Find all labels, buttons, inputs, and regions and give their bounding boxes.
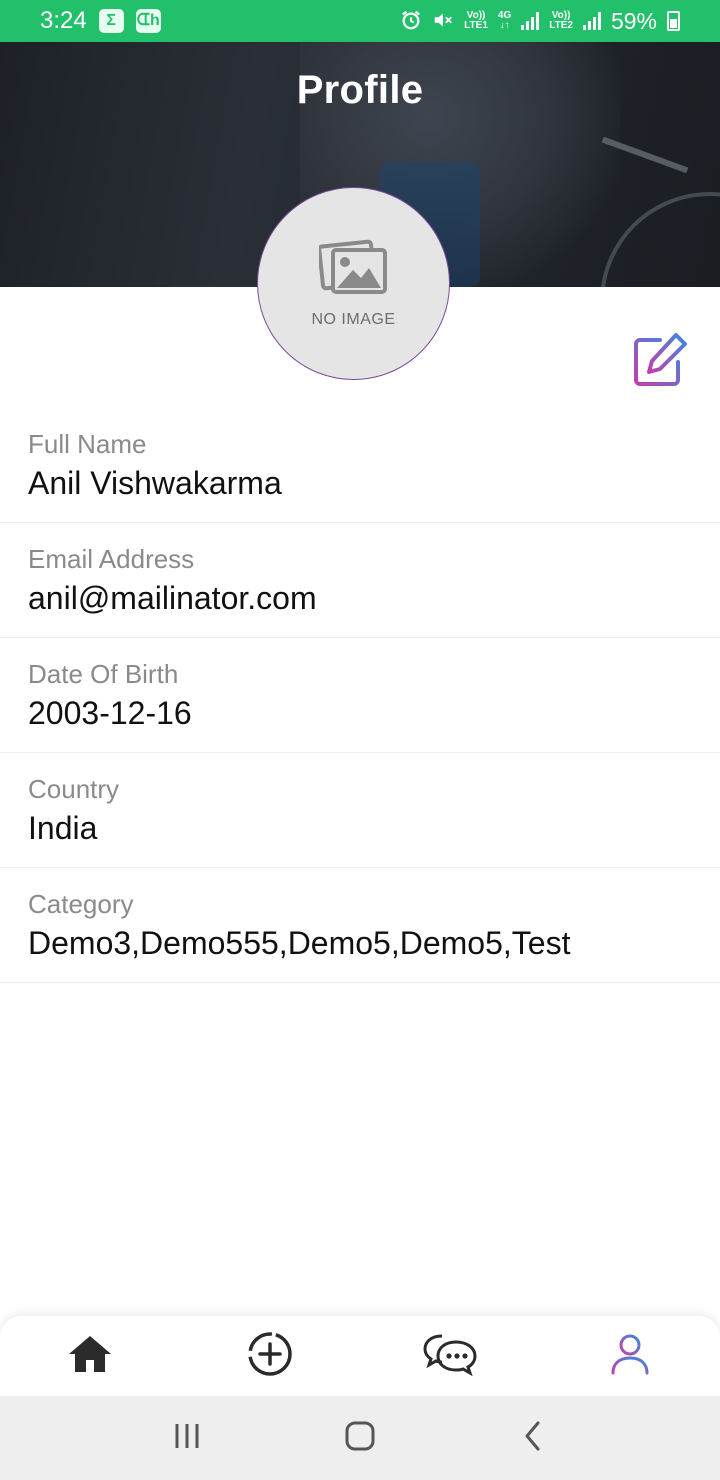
battery-icon xyxy=(667,11,680,31)
field-country: Country India xyxy=(0,753,720,868)
chat-icon xyxy=(422,1332,478,1381)
profile-icon xyxy=(608,1332,652,1381)
edit-icon xyxy=(630,330,690,395)
signal-icon xyxy=(521,12,540,30)
status-time: 3:24 xyxy=(40,7,87,34)
field-value: Anil Vishwakarma xyxy=(28,465,282,501)
no-image-label: NO IMAGE xyxy=(311,311,396,328)
home-icon xyxy=(67,1334,113,1379)
mute-icon xyxy=(432,9,454,34)
recent-apps-button[interactable] xyxy=(147,1408,227,1468)
sigma-app-icon: Σ xyxy=(98,9,124,33)
alarm-icon xyxy=(400,9,422,34)
status-right: Vo)) LTE1 4G ↓↑ Vo)) LTE2 59% xyxy=(400,8,680,35)
status-left: 3:24 Σ ᗭh xyxy=(40,7,161,35)
recent-apps-icon xyxy=(172,1421,202,1456)
field-date-of-birth: Date Of Birth 2003-12-16 xyxy=(0,638,720,753)
nav-add[interactable] xyxy=(225,1321,315,1391)
network-lte1-bottom: LTE1 xyxy=(464,20,488,31)
field-value: anil@mailinator.com xyxy=(28,580,317,616)
field-label: Country xyxy=(28,774,120,804)
page-title: Profile xyxy=(296,68,424,112)
nav-profile[interactable] xyxy=(585,1321,675,1391)
system-nav-bar xyxy=(0,1396,720,1480)
field-category: Category Demo3,Demo555,Demo5,Demo5,Test xyxy=(0,868,720,983)
nav-home[interactable] xyxy=(45,1321,135,1391)
avatar[interactable]: NO IMAGE xyxy=(257,187,450,380)
network-lte1: Vo)) LTE1 xyxy=(464,11,488,31)
dh-app-icon: ᗭh xyxy=(135,9,161,33)
field-label: Category xyxy=(28,889,134,919)
edit-profile-button[interactable] xyxy=(628,330,692,394)
bottom-nav xyxy=(0,1316,720,1396)
home-square-icon xyxy=(344,1420,376,1457)
field-value: India xyxy=(28,810,98,846)
battery-percent: 59% xyxy=(610,7,657,34)
network-4g-bottom: ↓↑ xyxy=(499,20,510,31)
field-value: Demo3,Demo555,Demo5,Demo5,Test xyxy=(28,925,571,961)
nav-chat[interactable] xyxy=(405,1321,495,1391)
field-label: Email Address xyxy=(28,544,195,574)
field-email: Email Address anil@mailinator.com xyxy=(0,523,720,638)
image-placeholder-icon xyxy=(316,238,389,301)
add-circle-icon xyxy=(246,1330,294,1383)
field-full-name: Full Name Anil Vishwakarma xyxy=(0,408,720,523)
back-chevron-icon xyxy=(522,1420,544,1457)
network-lte2-bottom: LTE2 xyxy=(549,20,573,31)
field-label: Full Name xyxy=(28,429,147,459)
home-button[interactable] xyxy=(320,1408,400,1468)
field-value: 2003-12-16 xyxy=(28,695,192,731)
network-4g: 4G ↓↑ xyxy=(498,11,511,31)
field-label: Date Of Birth xyxy=(28,659,179,689)
network-lte2: Vo)) LTE2 xyxy=(549,11,573,31)
back-button[interactable] xyxy=(493,1408,573,1468)
status-bar: 3:24 Σ ᗭh Vo)) LTE1 4G ↓↑ Vo)) LTE2 59% xyxy=(0,0,720,42)
profile-fields: Full Name Anil Vishwakarma Email Address… xyxy=(0,408,720,983)
signal-icon-2 xyxy=(582,12,601,30)
